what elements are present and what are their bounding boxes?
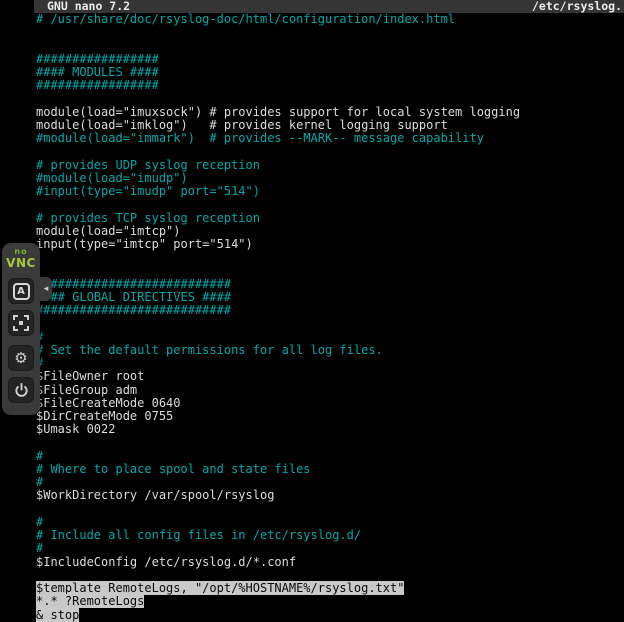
terminal-line: # provides TCP syslog reception xyxy=(36,212,624,225)
terminal-window: GNU nano 7.2 /etc/rsyslog. # /usr/share/… xyxy=(34,0,624,622)
terminal-line: module(load="imklog") # provides kernel … xyxy=(36,119,624,132)
terminal-text-area[interactable]: # /usr/share/doc/rsyslog-doc/html/config… xyxy=(36,13,624,622)
terminal-line: module(load="imtcp") xyxy=(36,225,624,238)
terminal-line: # xyxy=(36,476,624,489)
terminal-line: $FileCreateMode 0640 xyxy=(36,397,624,410)
terminal-line xyxy=(36,569,624,582)
terminal-line: # provides UDP syslog reception xyxy=(36,159,624,172)
terminal-line: *.* ?RemoteLogs xyxy=(36,595,624,608)
terminal-line: #### MODULES #### xyxy=(36,66,624,79)
fullscreen-icon xyxy=(13,315,29,331)
terminal-line: # xyxy=(36,516,624,529)
terminal-line: # xyxy=(36,331,624,344)
gear-icon: ⚙ xyxy=(14,351,27,366)
terminal-line xyxy=(36,503,624,516)
terminal-line: # /usr/share/doc/rsyslog-doc/html/config… xyxy=(36,13,624,26)
nano-file-path: /etc/rsyslog. xyxy=(532,0,622,13)
novnc-logo: no VNC xyxy=(6,248,36,269)
terminal-line: module(load="imuxsock") # provides suppo… xyxy=(36,106,624,119)
novnc-logo-vnc: VNC xyxy=(6,257,36,269)
power-button[interactable] xyxy=(8,377,34,403)
power-icon xyxy=(14,383,29,398)
terminal-line: # Where to place spool and state files xyxy=(36,463,624,476)
terminal-line xyxy=(36,145,624,158)
terminal-line xyxy=(36,317,624,330)
terminal-line: $IncludeConfig /etc/rsyslog.d/*.conf xyxy=(36,556,624,569)
terminal-line: $Umask 0022 xyxy=(36,423,624,436)
terminal-line xyxy=(36,264,624,277)
terminal-line xyxy=(36,92,624,105)
terminal-line: input(type="imtcp" port="514") xyxy=(36,238,624,251)
terminal-line: $WorkDirectory /var/spool/rsyslog xyxy=(36,489,624,502)
novnc-logo-no: no xyxy=(6,248,36,256)
fullscreen-button[interactable] xyxy=(8,310,34,336)
settings-button[interactable]: ⚙ xyxy=(8,345,34,371)
terminal-line: # xyxy=(36,357,624,370)
terminal-line: ########################### xyxy=(36,304,624,317)
terminal-line: #input(type="imudp" port="514") xyxy=(36,185,624,198)
terminal-line xyxy=(36,437,624,450)
terminal-line: #module(load="immark") # provides --MARK… xyxy=(36,132,624,145)
terminal-line: # Include all config files in /etc/rsysl… xyxy=(36,529,624,542)
terminal-line: $template RemoteLogs, "/opt/%HOSTNAME%/r… xyxy=(36,582,624,595)
terminal-line: ########################### xyxy=(36,278,624,291)
terminal-line: ################# xyxy=(36,79,624,92)
toolbar-collapse-handle[interactable]: ◂ xyxy=(40,277,52,301)
terminal-line: # xyxy=(36,450,624,463)
terminal-line: #### GLOBAL DIRECTIVES #### xyxy=(36,291,624,304)
terminal-line: # xyxy=(36,542,624,555)
nano-titlebar: GNU nano 7.2 /etc/rsyslog. xyxy=(34,0,624,13)
keyboard-key-icon: A xyxy=(13,283,30,300)
terminal-line xyxy=(36,39,624,52)
terminal-line: ################# xyxy=(36,53,624,66)
terminal-line xyxy=(36,251,624,264)
terminal-line: $DirCreateMode 0755 xyxy=(36,410,624,423)
nano-app-title: GNU nano 7.2 xyxy=(47,0,130,13)
terminal-line xyxy=(36,198,624,211)
terminal-line: $FileGroup adm xyxy=(36,384,624,397)
terminal-line: & stop xyxy=(36,609,624,622)
novnc-toolbar: no VNC ◂ A ⚙ xyxy=(2,243,40,415)
terminal-line: $FileOwner root xyxy=(36,370,624,383)
terminal-line: #module(load="imudp") xyxy=(36,172,624,185)
keyboard-button[interactable]: A xyxy=(8,278,34,304)
terminal-line xyxy=(36,26,624,39)
chevron-left-icon: ◂ xyxy=(44,284,49,294)
terminal-line: # Set the default permissions for all lo… xyxy=(36,344,624,357)
vnc-screen: GNU nano 7.2 /etc/rsyslog. # /usr/share/… xyxy=(0,0,624,622)
